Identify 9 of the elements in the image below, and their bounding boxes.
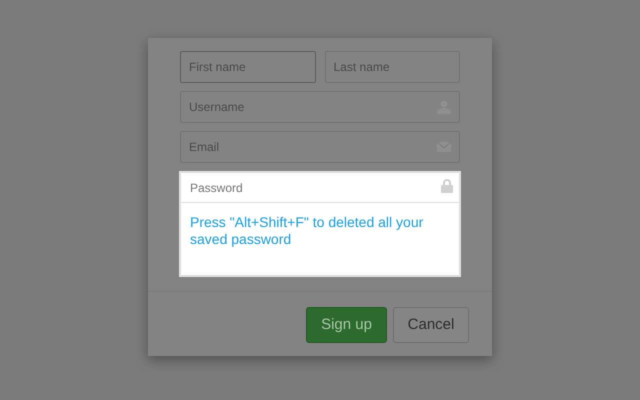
cancel-button[interactable]: Cancel <box>393 307 469 343</box>
password-field[interactable]: Password <box>179 171 461 203</box>
text-field[interactable]: Email <box>180 131 460 163</box>
name-field[interactable]: Last name <box>324 51 460 83</box>
name-field[interactable]: First name <box>180 51 316 83</box>
sign-up-button[interactable]: Sign up <box>306 307 387 343</box>
tip-text: Press "Alt+Shift+F" to deleted all your saved password <box>179 203 461 277</box>
text-field[interactable]: Username <box>180 91 460 123</box>
lock-icon <box>441 179 453 193</box>
